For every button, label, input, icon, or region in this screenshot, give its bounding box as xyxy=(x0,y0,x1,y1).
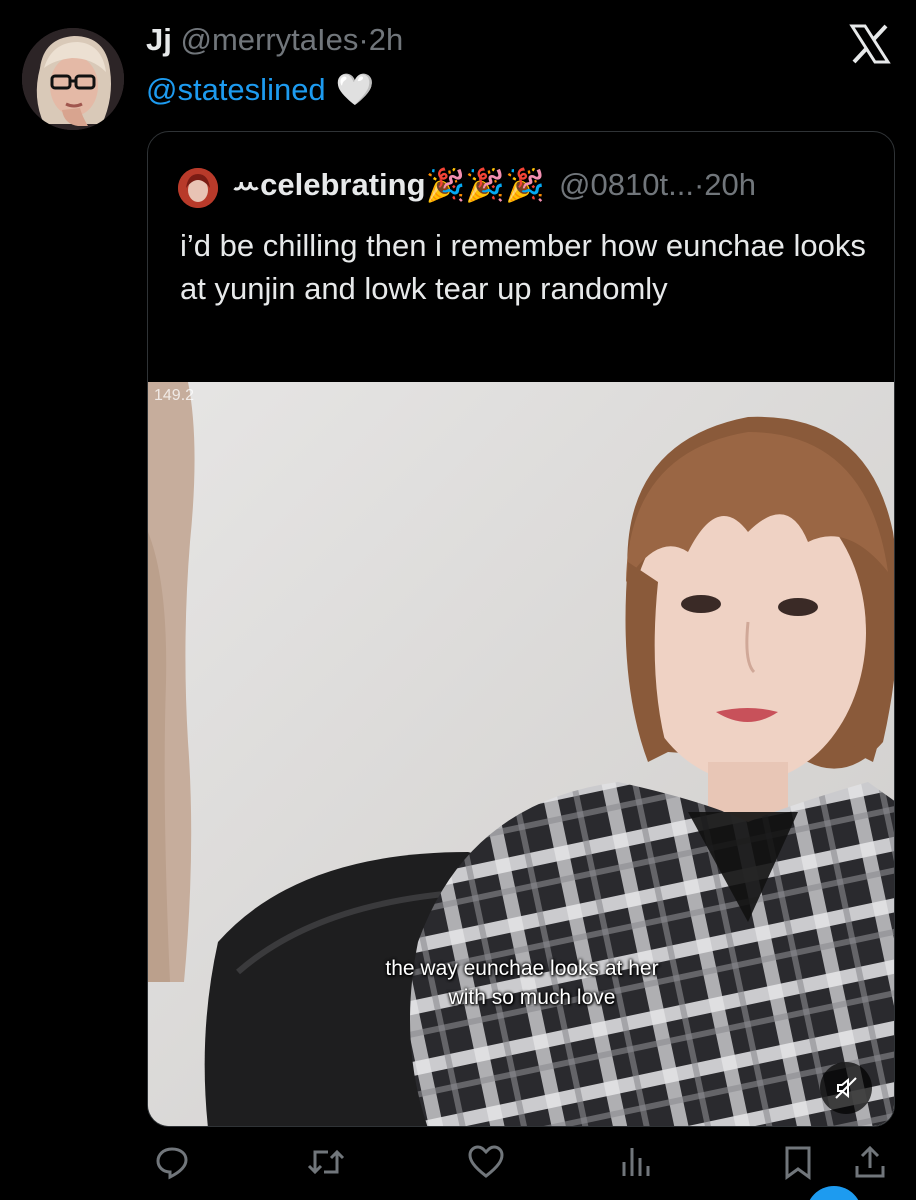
reply-button[interactable] xyxy=(150,1140,194,1184)
heart-icon xyxy=(468,1145,504,1178)
author-avatar[interactable] xyxy=(22,28,124,130)
tweet-body: @stateslined 🤍 xyxy=(146,71,374,108)
bookmark-button[interactable] xyxy=(776,1140,820,1184)
author-handle[interactable]: @merrytaIes xyxy=(180,22,358,57)
author-name[interactable]: Jj xyxy=(146,22,172,57)
quoted-tweet-card[interactable]: ꕀcelebrating 🎉🎉🎉 @0810t... · 20h i’d be chil… xyxy=(147,131,895,1127)
quoted-tweet-text: i’d be chilling then i remember how eunc… xyxy=(180,228,866,306)
tweet-header: Jj @merrytaIes·2h xyxy=(146,22,403,58)
tweet-timestamp[interactable]: 2h xyxy=(369,22,403,57)
video-subtitle-line1: the way eunchae looks at her xyxy=(385,957,659,980)
white-heart-icon: 🤍 xyxy=(335,72,375,107)
speaker-muted-icon xyxy=(835,1077,857,1099)
reply-mention[interactable]: @stateslined xyxy=(146,72,326,108)
quoted-avatar-photo xyxy=(178,168,218,208)
bookmark-icon xyxy=(785,1146,811,1180)
views-icon xyxy=(622,1148,650,1176)
quoted-author-handle[interactable]: @0810t... xyxy=(559,167,694,203)
views-button[interactable] xyxy=(614,1140,658,1184)
share-icon xyxy=(855,1145,885,1178)
video-subtitle-line2: with so much love xyxy=(448,986,616,1009)
quoted-author-avatar[interactable] xyxy=(178,168,218,208)
video-player[interactable]: 149.2 the way eunchae looks at her with … xyxy=(148,382,894,1126)
tweet-action-bar xyxy=(0,1140,916,1192)
x-close-icon[interactable] xyxy=(846,20,894,68)
video-frame: 149.2 xyxy=(148,382,894,1126)
quoted-author-name[interactable]: ꕀcelebrating xyxy=(232,167,426,204)
quoted-separator: · xyxy=(693,167,705,202)
mute-toggle-button[interactable] xyxy=(820,1062,872,1114)
party-popper-icons: 🎉🎉🎉 xyxy=(425,167,546,203)
like-button[interactable] xyxy=(464,1140,508,1184)
quoted-tweet-header: ꕀcelebrating 🎉🎉🎉 @0810t... · 20h xyxy=(232,166,756,204)
header-separator: · xyxy=(358,22,369,57)
retweet-button[interactable] xyxy=(304,1140,348,1184)
video-overlay-counter: 149.2 xyxy=(154,387,194,404)
avatar-photo xyxy=(22,28,124,130)
reply-icon xyxy=(156,1147,188,1180)
quoted-timestamp[interactable]: 20h xyxy=(704,167,756,203)
share-button[interactable] xyxy=(848,1140,892,1184)
retweet-icon xyxy=(307,1149,345,1175)
